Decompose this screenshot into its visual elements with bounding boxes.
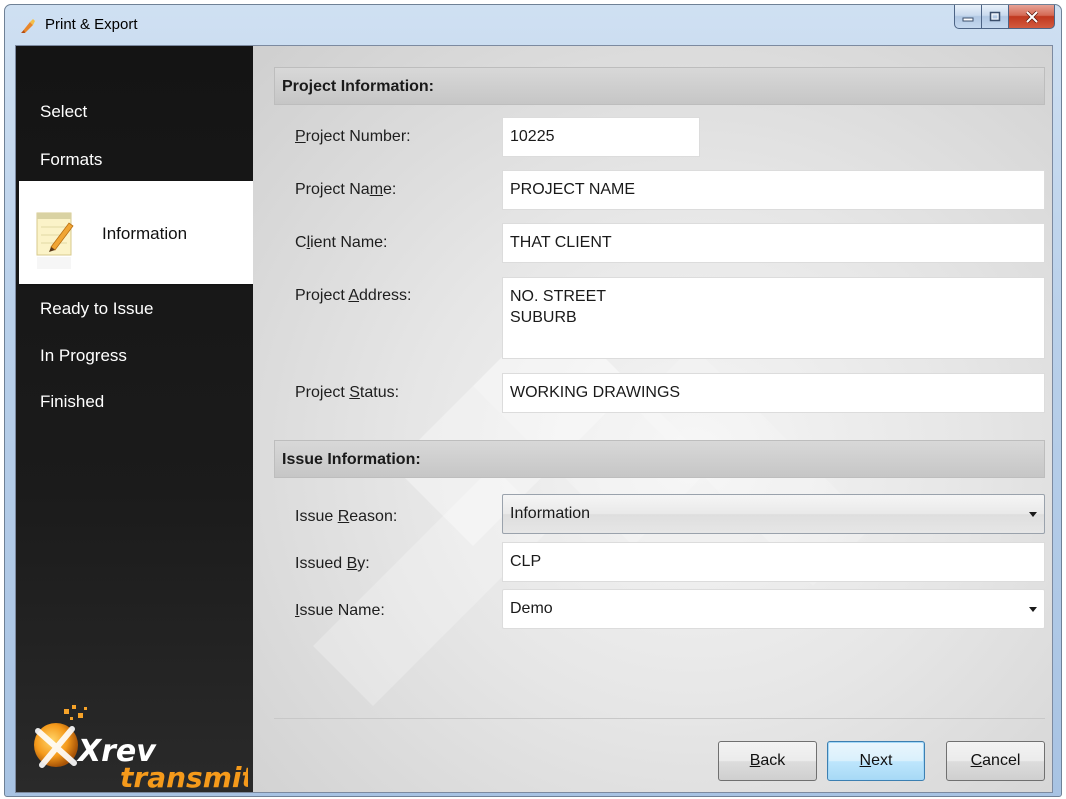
project-address-label: Project Address: xyxy=(295,287,412,304)
sidebar-item-label: Information xyxy=(102,224,188,243)
project-status-label: Project Status: xyxy=(295,384,400,401)
chevron-down-icon xyxy=(1029,512,1037,517)
cancel-button[interactable]: Cancel xyxy=(946,741,1045,781)
wizard-step-sidebar: Select Formats Information Ready to Issu… xyxy=(16,46,263,792)
chevron-down-icon xyxy=(1029,607,1037,612)
issue-name-label: Issue Name: xyxy=(295,602,385,619)
issue-information-header: Issue Information: xyxy=(274,440,1045,478)
background-watermark xyxy=(313,306,873,706)
sidebar-item-information[interactable]: Information xyxy=(19,181,263,284)
sidebar-item-in-progress[interactable]: In Progress xyxy=(40,346,127,366)
paint-brush-icon xyxy=(21,19,35,33)
dialog-client-area: Select Formats Information Ready to Issu… xyxy=(15,45,1053,793)
close-icon xyxy=(1025,10,1038,23)
project-number-label: Project Number: xyxy=(295,128,411,145)
title-bar[interactable]: Print & Export xyxy=(5,5,1061,45)
project-name-field[interactable]: PROJECT NAME xyxy=(502,170,1045,210)
window-title: Print & Export xyxy=(45,16,138,33)
close-button[interactable] xyxy=(1009,5,1055,29)
sidebar-item-finished[interactable]: Finished xyxy=(40,392,104,412)
maximize-icon xyxy=(989,11,1001,22)
maximize-button[interactable] xyxy=(982,5,1009,29)
print-export-window: Print & Export Select Formats Informatio… xyxy=(4,4,1062,797)
issued-by-field[interactable]: CLP xyxy=(502,542,1045,582)
client-name-field[interactable]: THAT CLIENT xyxy=(502,223,1045,263)
issue-reason-dropdown[interactable]: Information xyxy=(502,494,1045,534)
project-name-label: Project Name: xyxy=(295,181,397,198)
issued-by-label: Issued By: xyxy=(295,555,370,572)
project-address-field[interactable]: NO. STREET SUBURB xyxy=(502,277,1045,359)
footer-divider xyxy=(274,718,1045,719)
minimize-icon xyxy=(962,17,974,21)
next-button[interactable]: Next xyxy=(827,741,925,781)
project-number-field[interactable]: 10225 xyxy=(502,117,700,157)
issue-name-combobox[interactable]: Demo xyxy=(502,589,1045,629)
client-name-label: Client Name: xyxy=(295,234,388,251)
sidebar-item-formats[interactable]: Formats xyxy=(40,150,102,170)
information-panel: Project Information: Project Number: 102… xyxy=(253,46,1052,792)
notepad-pencil-icon xyxy=(36,212,74,269)
caption-buttons xyxy=(954,5,1055,31)
project-status-field[interactable]: WORKING DRAWINGS xyxy=(502,373,1045,413)
xrev-transmit-logo: Xrev transmit xyxy=(34,705,248,791)
address-line-1: NO. STREET xyxy=(510,288,607,305)
minimize-button[interactable] xyxy=(954,5,982,29)
address-line-2: SUBURB xyxy=(510,309,577,326)
project-information-header: Project Information: xyxy=(274,67,1045,105)
sidebar-item-ready-to-issue[interactable]: Ready to Issue xyxy=(40,299,153,319)
back-button[interactable]: Back xyxy=(718,741,817,781)
issue-reason-label: Issue Reason: xyxy=(295,508,398,525)
logo-text-bottom: transmit xyxy=(120,761,248,791)
sidebar-item-select[interactable]: Select xyxy=(40,102,87,122)
